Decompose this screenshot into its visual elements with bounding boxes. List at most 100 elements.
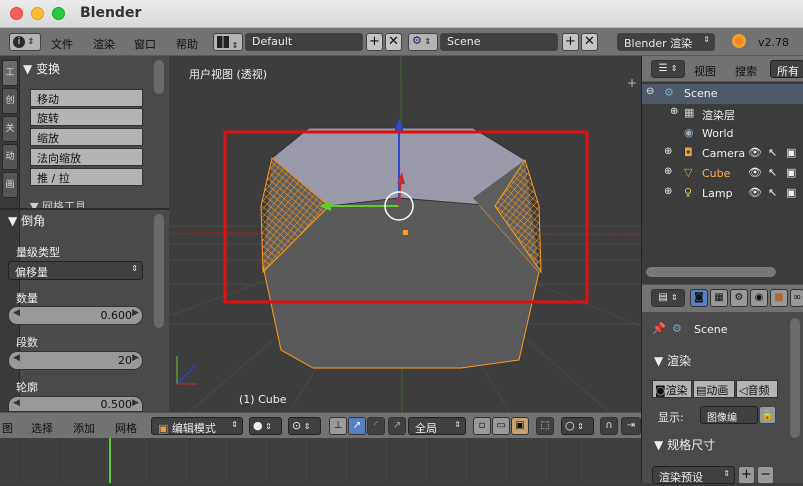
pin-icon[interactable]: 📌 [652,322,666,335]
limit-selection-toggle[interactable]: ⬚ [536,417,554,435]
scale-button[interactable]: 缩放 [30,128,143,146]
translate-manipulator[interactable]: ↗ [348,417,366,435]
menu-file[interactable]: 文件 [51,36,73,52]
push-pull-button[interactable]: 推 / 拉 [30,168,143,186]
lock-interface-button[interactable]: 🔒 [759,406,776,424]
vertex-select-mode[interactable]: ▫ [473,417,491,435]
scene-name-field[interactable]: Scene [440,33,558,51]
decrement-arrow-icon[interactable]: ◀ [13,398,20,408]
properties-toggle-icon[interactable]: + [627,76,637,90]
outliner-display-mode[interactable]: 所有 [770,60,803,78]
collapse-icon[interactable]: ⊖ [646,86,654,97]
expand-icon[interactable]: ⊕ [664,166,672,177]
tab-grease-pencil[interactable]: 画 [2,172,18,198]
render-image-button[interactable]: ◙渲染 [652,380,692,398]
increment-arrow-icon[interactable]: ▶ [132,398,139,408]
select-cursor-icon[interactable]: ↖ [768,146,777,159]
delete-scene-button[interactable]: ✕ [581,33,598,51]
outliner-item-world[interactable]: ◉ World [642,124,803,144]
tab-animation[interactable]: 动 [2,144,18,170]
world-tab[interactable]: ◉ [750,289,768,307]
scene-tab[interactable]: ⚙ [730,289,748,307]
render-camera-icon[interactable]: ▣ [786,146,796,159]
outliner-item-scene[interactable]: ⊖ ⚙ Scene [642,84,803,104]
edge-select-mode[interactable]: ▭ [492,417,510,435]
display-select[interactable]: 图像编 [700,406,758,424]
add-layout-button[interactable]: + [366,33,383,51]
face-select-mode[interactable]: ▣ [511,417,529,435]
layout-name-field[interactable]: Default [245,33,363,51]
mesh-tools-panel-header[interactable]: ▼ 网格工具 [30,198,158,208]
tab-tools[interactable]: 工 [2,60,18,86]
render-panel-header[interactable]: ▼ 渲染 [654,352,691,369]
translate-button[interactable]: 移动 [30,89,143,107]
minimize-window-button[interactable] [31,7,44,20]
close-window-button[interactable] [10,7,23,20]
render-animation-button[interactable]: ▤动画 [693,380,735,398]
outliner-hscrollbar[interactable] [646,267,776,277]
shelf-scrollbar-top[interactable] [154,60,164,94]
constraints-tab[interactable]: ∞ [790,289,803,307]
add-scene-button[interactable]: + [562,33,579,51]
transform-panel-header[interactable]: ▼ 变换 [23,60,151,80]
timeline[interactable] [0,438,641,483]
menu-select[interactable]: 选择 [31,420,53,436]
expand-icon[interactable]: ⊕ [664,186,672,197]
rotate-manipulator[interactable]: ◜ [367,417,385,435]
mode-select[interactable]: ▣ 编辑模式 ⇕ [151,417,243,435]
render-preset-select[interactable]: 渲染预设 ⇕ [652,466,735,484]
shrink-fatten-button[interactable]: 法向缩放 [30,148,143,166]
outliner-item-cube[interactable]: ⊕ ▽ Cube 👁 ↖ ▣ [642,164,803,184]
increment-arrow-icon[interactable]: ▶ [132,353,139,363]
render-camera-icon[interactable]: ▣ [786,166,796,179]
editor-type-button[interactable]: i ⇕ [9,33,41,51]
bevel-panel-header[interactable]: ▼ 倒角 [8,212,136,232]
scene-browse-button[interactable]: ⚙ ⇕ [408,33,438,51]
maximize-window-button[interactable] [52,7,65,20]
render-camera-icon[interactable]: ▣ [786,186,796,199]
outliner-menu-search[interactable]: 搜索 [735,63,757,79]
operator-scrollbar[interactable] [154,214,164,328]
amount-field[interactable]: ◀ 0.600 ▶ [8,306,143,325]
delete-layout-button[interactable]: ✕ [385,33,402,51]
select-cursor-icon[interactable]: ↖ [768,186,777,199]
tab-create[interactable]: 创 [2,88,18,114]
amount-type-select[interactable]: 偏移量 ⇕ [8,261,143,280]
transform-orientation-select[interactable]: 全局 ⇕ [408,417,466,435]
remove-preset-button[interactable]: − [757,466,774,484]
render-tab[interactable]: ◙ [690,289,708,307]
add-preset-button[interactable]: + [738,466,755,484]
decrement-arrow-icon[interactable]: ◀ [13,308,20,318]
outliner-item-renderlayers[interactable]: ⊕ ▦ 渲染层 [642,104,803,124]
pivot-point-select[interactable]: ⊙ ⇕ [288,417,321,435]
segments-field[interactable]: ◀ 20 ▶ [8,351,143,370]
layout-browse-button[interactable]: ⇕ [213,33,243,51]
select-cursor-icon[interactable]: ↖ [768,166,777,179]
scale-manipulator[interactable]: ↗ [388,417,406,435]
render-layers-tab[interactable]: ▦ [710,289,728,307]
viewport-canvas[interactable] [169,56,641,412]
decrement-arrow-icon[interactable]: ◀ [13,353,20,363]
dimensions-panel-header[interactable]: ▼ 规格尺寸 [654,436,715,453]
outliner-item-lamp[interactable]: ⊕ ♀ Lamp 👁 ↖ ▣ [642,184,803,204]
render-engine-select[interactable]: Blender 渲染 ⇕ [617,33,715,51]
menu-help[interactable]: 帮助 [176,36,198,52]
profile-field[interactable]: ◀ 0.500 ▶ [8,396,143,412]
snap-toggle[interactable]: ∩ [600,417,618,435]
rotate-button[interactable]: 旋转 [30,108,143,126]
properties-scrollbar[interactable] [790,318,800,438]
visibility-eye-icon[interactable]: 👁 [748,146,762,159]
manipulator-toggle[interactable]: ⊥ [329,417,347,435]
outliner-item-camera[interactable]: ⊕ ◘ Camera 👁 ↖ ▣ [642,144,803,164]
expand-icon[interactable]: ⊕ [664,146,672,157]
object-tab[interactable]: ■ [770,289,788,307]
menu-mesh[interactable]: 网格 [115,420,137,436]
increment-arrow-icon[interactable]: ▶ [132,308,139,318]
outliner-editor-type[interactable]: ☰ ⇕ [651,60,685,78]
tab-relations[interactable]: 关 [2,116,18,142]
menu-window[interactable]: 窗口 [134,36,156,52]
viewport-shading-select[interactable]: ● ⇕ [249,417,282,435]
visibility-eye-icon[interactable]: 👁 [748,166,762,179]
menu-view[interactable]: 图 [2,420,13,436]
render-audio-button[interactable]: ◁音频 [736,380,778,398]
